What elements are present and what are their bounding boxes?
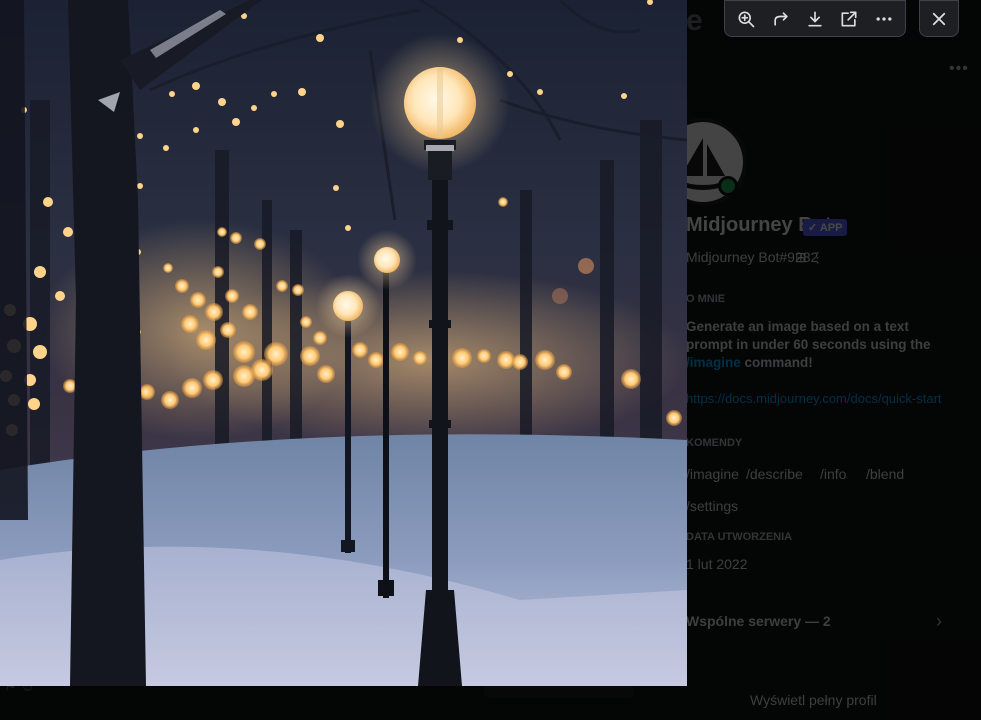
bot-tag-icons: ⊞ ⋮ [795,249,825,265]
view-full-profile-link[interactable]: Wyświetl pełny profil [750,692,877,708]
zoom-button[interactable] [731,4,761,34]
open-external-icon [841,11,857,26]
command-info[interactable]: /info [820,466,846,482]
forward-icon [773,11,788,26]
viewer-toolbar [724,0,906,37]
close-button[interactable] [919,0,959,37]
about-heading: O mnie [686,293,726,305]
viewer-image[interactable] [0,0,687,686]
about-command-link[interactable]: /imagine [686,355,741,370]
online-status-indicator [718,176,738,196]
background-text-fragment: e [686,4,703,37]
about-docs-link[interactable]: https://docs.midjourney.com/docs/quick-s… [686,390,956,408]
night-park-photo [0,0,687,686]
more-button[interactable] [869,4,899,34]
download-button[interactable] [800,4,830,34]
about-text-end: command! [740,355,813,370]
command-settings[interactable]: /settings [686,498,738,514]
app-badge: ✓ APP [803,219,848,236]
about-text-start: Generate an image based on a text prompt… [686,319,931,352]
command-blend[interactable]: /blend [866,466,904,482]
more-horizontal-icon [876,16,892,21]
about-text: Generate an image based on a text prompt… [686,318,956,372]
created-date: 1 lut 2022 [686,556,748,572]
close-icon [932,12,946,25]
created-heading: Data utworzenia [686,531,793,543]
open-in-browser-button[interactable] [834,4,864,34]
command-describe[interactable]: /describe [746,466,803,482]
forward-button[interactable] [766,4,796,34]
mutual-servers-label: Wspólne serwery — 2 [686,613,831,629]
more-options-icon[interactable]: ••• [949,60,969,78]
command-imagine[interactable]: /imagine [686,466,739,482]
zoom-in-icon [738,11,755,27]
message-input[interactable] [484,684,634,698]
commands-heading: Komendy [686,437,743,449]
download-icon [808,11,822,26]
chevron-right-icon: › [936,611,942,631]
